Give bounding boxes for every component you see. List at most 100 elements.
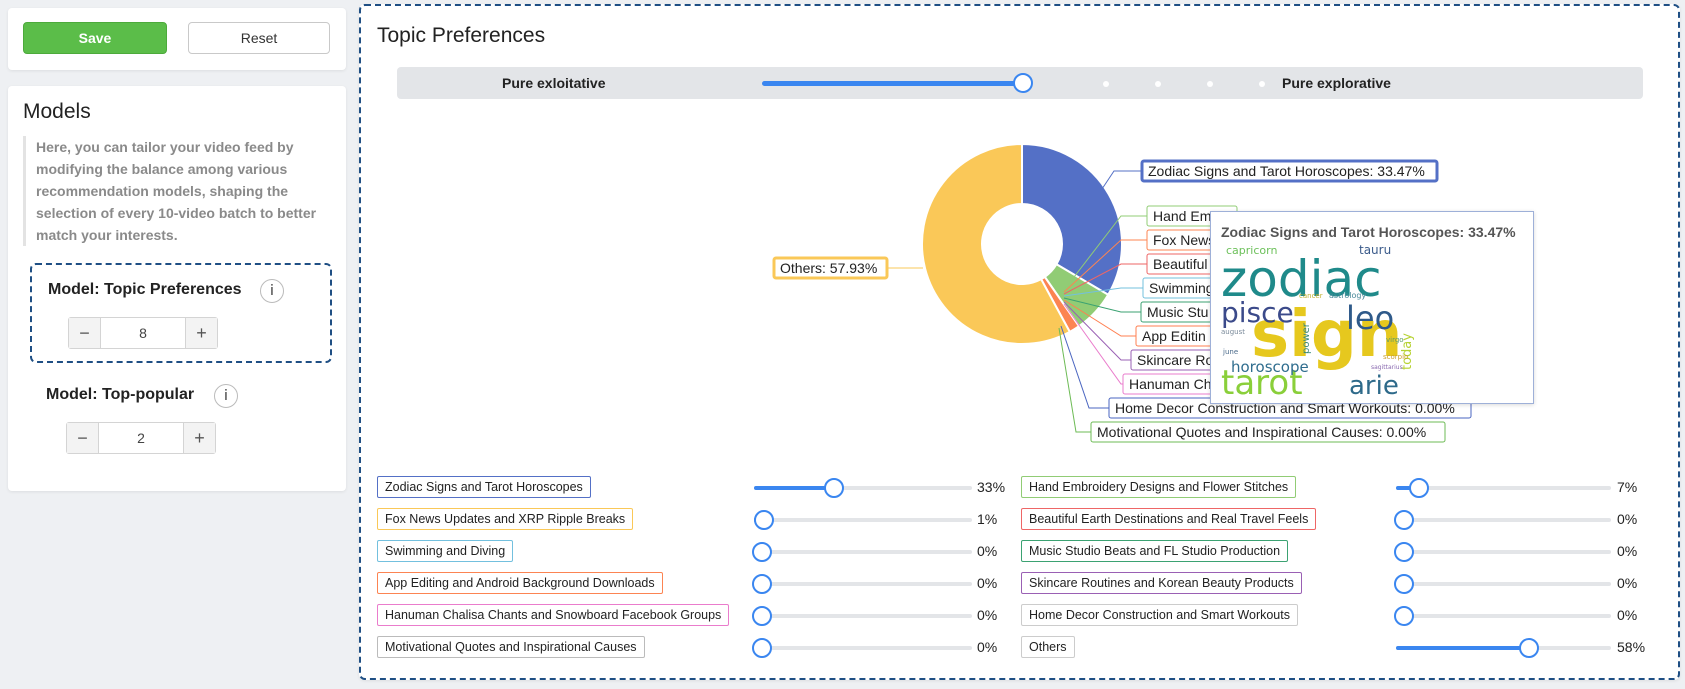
- word: virgo: [1386, 336, 1404, 344]
- topic-row: Swimming and Diving 0%: [377, 540, 1002, 562]
- model-weight-stepper[interactable]: − 8 +: [68, 317, 218, 349]
- model-weight-stepper[interactable]: − 2 +: [66, 422, 216, 454]
- topic-slider-track[interactable]: [1394, 574, 1611, 594]
- pie-label-hanuman: Hanuman Ch: [1129, 376, 1212, 392]
- word: pisce: [1221, 296, 1294, 329]
- topic-percentage: 0%: [1617, 511, 1638, 527]
- word: arie: [1349, 371, 1399, 399]
- increment-button[interactable]: +: [183, 423, 215, 453]
- topic-slider-thumb[interactable]: [1394, 574, 1414, 594]
- pie-slice-zodiac[interactable]: [1021, 142, 1123, 297]
- tooltip-title: Zodiac Signs and Tarot Horoscopes: 33.47…: [1221, 224, 1516, 240]
- decrement-button[interactable]: −: [69, 318, 101, 348]
- save-button[interactable]: Save: [23, 22, 167, 54]
- topic-percentage: 0%: [977, 543, 998, 559]
- wordcloud: zodiac sign pisce leo tarot arie horosco…: [1221, 244, 1415, 399]
- word: sagittarius: [1371, 364, 1403, 371]
- topic-row: Motivational Quotes and Inspirational Ca…: [377, 636, 1002, 658]
- topic-row: Home Decor Construction and Smart Workou…: [1021, 604, 1646, 626]
- pie-label-app: App Editin: [1142, 328, 1206, 344]
- topic-slider-track[interactable]: [752, 542, 972, 562]
- model-name: Model: Topic Preferences: [48, 281, 242, 298]
- topic-slider-thumb[interactable]: [823, 478, 844, 498]
- topic-slider-track[interactable]: [1394, 606, 1611, 626]
- increment-button[interactable]: +: [185, 318, 217, 348]
- word: scorpio: [1383, 353, 1408, 361]
- topic-tag: Motivational Quotes and Inspirational Ca…: [377, 636, 645, 658]
- word: june: [1222, 348, 1238, 356]
- topic-slider-track[interactable]: [752, 606, 972, 626]
- model-card-topic-preferences[interactable]: Model: Topic Preferences i − 8 +: [30, 263, 332, 363]
- word: tauru: [1359, 244, 1391, 257]
- topic-slider-thumb[interactable]: [752, 574, 772, 594]
- topic-percentage: 0%: [977, 607, 998, 623]
- models-panel: Models Here, you can tailor your video f…: [8, 86, 346, 491]
- topic-row: Hand Embroidery Designs and Flower Stitc…: [1021, 476, 1646, 498]
- topic-tag: Home Decor Construction and Smart Workou…: [1021, 604, 1298, 626]
- topic-percentage: 1%: [977, 511, 998, 527]
- topic-row: Others 58%: [1021, 636, 1646, 658]
- info-icon[interactable]: i: [260, 279, 284, 303]
- toolbar-panel: Save Reset: [8, 8, 346, 70]
- info-icon[interactable]: i: [214, 384, 238, 408]
- pie-label-music: Music Stu: [1147, 304, 1208, 320]
- topic-tag: Zodiac Signs and Tarot Horoscopes: [377, 476, 591, 498]
- word: leo: [1346, 299, 1394, 337]
- pie-label-skincare: Skincare Ro: [1137, 352, 1213, 368]
- topic-tag: Skincare Routines and Korean Beauty Prod…: [1021, 572, 1302, 594]
- topic-slider-track[interactable]: [1396, 638, 1611, 658]
- topic-slider-track[interactable]: [1396, 478, 1611, 498]
- pie-label-swimming: Swimming: [1149, 280, 1214, 296]
- topic-slider-thumb[interactable]: [1394, 510, 1414, 530]
- topic-slider-track[interactable]: [1394, 542, 1611, 562]
- topic-slider-thumb[interactable]: [1394, 606, 1414, 626]
- topic-slider-track[interactable]: [752, 638, 972, 658]
- topic-tag: Beautiful Earth Destinations and Real Tr…: [1021, 508, 1317, 530]
- topic-slider-track[interactable]: [752, 574, 972, 594]
- stepper-value[interactable]: 2: [99, 423, 183, 453]
- topic-slider-track[interactable]: [754, 478, 972, 498]
- topic-percentage: 58%: [1617, 639, 1646, 655]
- topic-row: Zodiac Signs and Tarot Horoscopes 33%: [377, 476, 1006, 498]
- reset-button[interactable]: Reset: [188, 22, 330, 54]
- topic-row: App Editing and Android Background Downl…: [377, 572, 1002, 594]
- decrement-button[interactable]: −: [67, 423, 99, 453]
- topic-tag: Hand Embroidery Designs and Flower Stitc…: [1021, 476, 1297, 498]
- topic-percentage: 0%: [977, 575, 998, 591]
- topic-slider-thumb[interactable]: [1409, 478, 1430, 498]
- pie-label-hand: Hand Em: [1153, 208, 1211, 224]
- topic-slider-thumb[interactable]: [752, 606, 772, 626]
- topic-percentage: 0%: [1617, 575, 1638, 591]
- topic-preferences-panel: Topic Preferences Pure exloitative Pure …: [359, 4, 1680, 680]
- topic-percentage: 33%: [977, 479, 1006, 495]
- topic-tag: Swimming and Diving: [377, 540, 514, 562]
- pie-label-home-leader: [1060, 325, 1109, 409]
- topic-row: Fox News Updates and XRP Ripple Breaks 1%: [377, 508, 1002, 530]
- topic-slider-fill: [1396, 646, 1521, 650]
- topic-row: Skincare Routines and Korean Beauty Prod…: [1021, 572, 1646, 594]
- topic-slider-track[interactable]: [1394, 510, 1611, 530]
- stepper-value[interactable]: 8: [101, 318, 185, 348]
- topic-percentage: 0%: [1617, 607, 1638, 623]
- topic-percentage: 0%: [977, 639, 998, 655]
- pie-label-motivational: Motivational Quotes and Inspirational Ca…: [1097, 424, 1426, 440]
- pie-label-others: Others: 57.93%: [780, 260, 877, 276]
- pie-label-zodiac: Zodiac Signs and Tarot Horoscopes: 33.47…: [1148, 163, 1425, 179]
- word: astrology: [1329, 291, 1366, 300]
- model-card-top-popular[interactable]: Model: Top-popular i − 2 +: [30, 370, 332, 470]
- topic-slider-thumb[interactable]: [752, 542, 772, 562]
- topic-tag: Others: [1021, 636, 1075, 658]
- topic-slider-thumb[interactable]: [1518, 638, 1539, 658]
- topic-tag: Music Studio Beats and FL Studio Product…: [1021, 540, 1289, 562]
- topic-slider-thumb[interactable]: [752, 638, 772, 658]
- topic-row: Hanuman Chalisa Chants and Snowboard Fac…: [377, 604, 1002, 626]
- topic-tag: Fox News Updates and XRP Ripple Breaks: [377, 508, 634, 530]
- word: cancer: [1299, 292, 1323, 300]
- topic-percentage: 0%: [1617, 543, 1638, 559]
- topic-slider-thumb[interactable]: [1394, 542, 1414, 562]
- topic-slider-track[interactable]: [754, 510, 972, 530]
- topic-slider-thumb[interactable]: [754, 510, 775, 530]
- topic-row: Music Studio Beats and FL Studio Product…: [1021, 540, 1646, 562]
- topic-tag: App Editing and Android Background Downl…: [377, 572, 663, 594]
- topic-percentage: 7%: [1617, 479, 1638, 495]
